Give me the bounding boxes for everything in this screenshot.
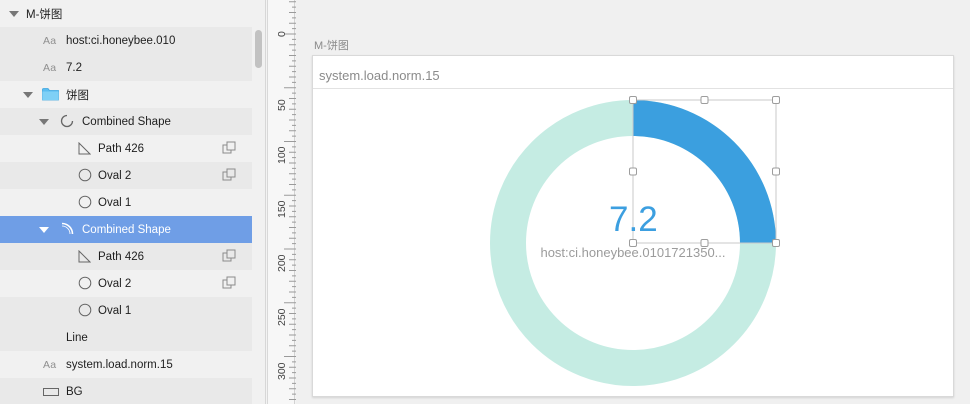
folder-icon: [42, 87, 59, 101]
mask-icon[interactable]: [222, 168, 236, 182]
resize-handle[interactable]: [629, 167, 637, 176]
layer-label: Oval 1: [98, 196, 132, 209]
mask-icon[interactable]: [222, 141, 236, 155]
layer-label: M-饼图: [26, 8, 63, 21]
layer-path-426-1[interactable]: Path 426: [0, 135, 252, 162]
layer-label: Oval 2: [98, 169, 132, 182]
combined-shape-icon: [60, 114, 74, 128]
layer-bg[interactable]: BG: [0, 378, 252, 404]
oval-icon: [78, 303, 92, 317]
layer-group-pie[interactable]: 饼图: [0, 81, 252, 108]
resize-handle[interactable]: [772, 167, 780, 176]
combined-shape-icon: [60, 222, 74, 236]
path-icon: [78, 142, 91, 155]
ruler-label: 150: [276, 200, 288, 218]
oval-icon: [78, 195, 92, 209]
layer-label: BG: [66, 385, 83, 398]
ruler-label: 250: [276, 308, 288, 326]
layer-label: Oval 1: [98, 304, 132, 317]
ruler-label: 0: [276, 31, 288, 37]
layer-label: 饼图: [66, 89, 89, 102]
layer-oval-2-1[interactable]: Oval 2: [0, 162, 252, 189]
layer-text-value[interactable]: Aa 7.2: [0, 54, 252, 81]
ruler-label: 200: [276, 254, 288, 272]
path-icon: [78, 250, 91, 263]
text-layer-icon: Aa: [43, 358, 57, 371]
mask-icon[interactable]: [222, 276, 236, 290]
layer-text-panel-title[interactable]: Aa system.load.norm.15: [0, 351, 252, 378]
layer-label: 7.2: [66, 61, 82, 74]
layer-path-426-2[interactable]: Path 426: [0, 243, 252, 270]
scrollbar-thumb[interactable]: [255, 30, 262, 68]
host-label: host:ci.honeybee.0101721350...: [540, 245, 726, 260]
layer-label: Oval 2: [98, 277, 132, 290]
artboard-title[interactable]: M-饼图: [314, 37, 349, 53]
layer-artboard-m-pie[interactable]: M-饼图: [0, 0, 252, 27]
artboard[interactable]: system.load.norm.15 7.2 host:ci.honeybee…: [312, 55, 954, 397]
layers-scrollbar[interactable]: [252, 0, 266, 404]
layer-label: Path 426: [98, 142, 145, 155]
resize-handle[interactable]: [700, 96, 709, 104]
layer-label: Combined Shape: [82, 115, 171, 128]
layer-label: Line: [66, 331, 88, 344]
rectangle-icon: [43, 387, 59, 397]
center-value: 7.2: [609, 200, 658, 239]
layer-label: Combined Shape: [82, 223, 171, 236]
ruler-label: 100: [276, 146, 288, 164]
oval-icon: [78, 168, 92, 182]
disclosure-triangle-icon[interactable]: [39, 119, 49, 125]
resize-handle[interactable]: [629, 96, 637, 104]
layers-panel: M-饼图 Aa host:ci.honeybee.010 Aa 7.2 饼图 C…: [0, 0, 252, 404]
layer-label: Path 426: [98, 250, 145, 263]
ruler-label: 50: [276, 99, 288, 111]
layer-oval-1-2[interactable]: Oval 1: [0, 297, 252, 324]
oval-icon: [78, 276, 92, 290]
text-layer-icon: Aa: [43, 61, 57, 74]
layer-label: host:ci.honeybee.010: [66, 34, 176, 47]
disclosure-triangle-icon[interactable]: [39, 227, 49, 233]
layer-line[interactable]: Line: [0, 324, 252, 351]
ruler-label: 300: [276, 362, 288, 380]
layer-label: system.load.norm.15: [66, 358, 173, 371]
disclosure-triangle-icon[interactable]: [9, 11, 19, 17]
disclosure-triangle-icon[interactable]: [23, 92, 33, 98]
vertical-ruler: 0 50 100 150 200 250 300: [267, 0, 296, 404]
resize-handle[interactable]: [772, 96, 780, 104]
resize-handle[interactable]: [772, 239, 780, 247]
text-layer-icon: Aa: [43, 34, 57, 47]
layer-text-host[interactable]: Aa host:ci.honeybee.010: [0, 27, 252, 54]
layer-combined-shape-2[interactable]: Combined Shape: [0, 216, 252, 243]
layer-combined-shape-1[interactable]: Combined Shape: [0, 108, 252, 135]
mask-icon[interactable]: [222, 249, 236, 263]
layer-oval-1-1[interactable]: Oval 1: [0, 189, 252, 216]
layer-oval-2-2[interactable]: Oval 2: [0, 270, 252, 297]
